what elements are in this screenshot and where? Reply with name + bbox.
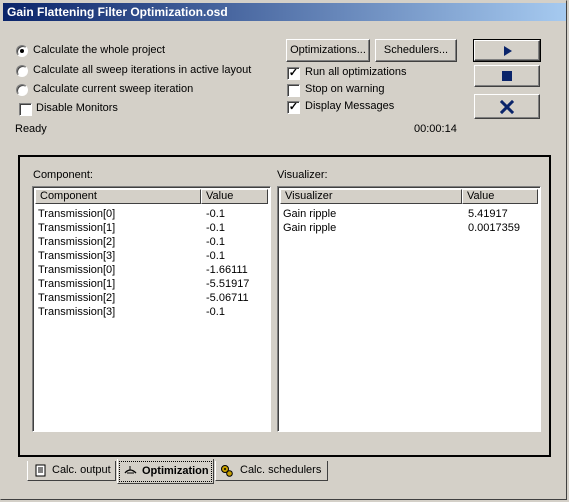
- disable-monitors-checkbox[interactable]: [19, 103, 32, 116]
- list-item-name[interactable]: Transmission[2]: [38, 291, 115, 305]
- list-item-name[interactable]: Gain ripple: [283, 221, 336, 235]
- optimization-icon: [124, 466, 137, 474]
- list-item-name[interactable]: Transmission[3]: [38, 249, 115, 263]
- radio-all-sweep-iterations[interactable]: [16, 65, 28, 77]
- list-item-name[interactable]: Transmission[1]: [38, 277, 115, 291]
- list-item-value[interactable]: -0.1: [206, 249, 225, 263]
- play-icon: [504, 46, 512, 56]
- list-item-value[interactable]: -1.66111: [206, 263, 248, 277]
- optimization-dialog: Gain Flattening Filter Optimization.osd …: [0, 0, 567, 500]
- list-item-value[interactable]: -5.06711: [206, 291, 249, 305]
- stop-on-warning-checkbox[interactable]: [287, 84, 300, 97]
- gears-icon: [221, 465, 233, 477]
- list-item-name[interactable]: Transmission[0]: [38, 207, 115, 221]
- optimizations-button[interactable]: Optimizations...: [286, 39, 370, 62]
- document-icon: [35, 464, 46, 477]
- run-button[interactable]: [473, 39, 541, 62]
- radio-current-sweep-iteration-label[interactable]: Calculate current sweep iteration: [33, 83, 193, 95]
- stop-on-warning-label[interactable]: Stop on warning: [305, 83, 385, 95]
- elapsed-time: 00:00:14: [414, 123, 457, 135]
- radio-all-sweep-iterations-label[interactable]: Calculate all sweep iterations in active…: [33, 64, 251, 76]
- visualizer-caption: Visualizer:: [277, 169, 328, 181]
- list-item-name[interactable]: Transmission[0]: [38, 263, 115, 277]
- radio-current-sweep-iteration[interactable]: [16, 84, 28, 96]
- tab-calc-schedulers-label: Calc. schedulers: [240, 464, 322, 476]
- stop-icon: [502, 71, 512, 81]
- run-all-optimizations-checkbox[interactable]: ✓: [287, 67, 300, 80]
- list-item-name[interactable]: Transmission[1]: [38, 221, 115, 235]
- list-item-value[interactable]: 5.41917: [468, 207, 508, 221]
- tab-optimization-label: Optimization: [142, 465, 209, 477]
- list-item-value[interactable]: -0.1: [206, 221, 225, 235]
- list-item-name[interactable]: Transmission[3]: [38, 305, 115, 319]
- schedulers-button[interactable]: Schedulers...: [375, 39, 457, 62]
- list-item-value[interactable]: -0.1: [206, 305, 225, 319]
- component-column-header[interactable]: Component: [35, 189, 201, 204]
- display-messages-label[interactable]: Display Messages: [305, 100, 394, 112]
- close-icon: [500, 100, 514, 114]
- disable-monitors-label[interactable]: Disable Monitors: [36, 102, 118, 114]
- list-item-value[interactable]: -5.51917: [206, 277, 249, 291]
- list-item-value[interactable]: 0.0017359: [468, 221, 520, 235]
- close-button[interactable]: [474, 94, 540, 119]
- tab-calc-schedulers[interactable]: Calc. schedulers: [215, 461, 328, 481]
- stop-button[interactable]: [474, 65, 540, 87]
- list-item-name[interactable]: Gain ripple: [283, 207, 336, 221]
- radio-whole-project[interactable]: [16, 45, 28, 57]
- list-item-value[interactable]: -0.1: [206, 207, 225, 221]
- display-messages-checkbox[interactable]: ✓: [287, 101, 300, 114]
- visualizer-column-header[interactable]: Visualizer: [280, 189, 462, 204]
- tab-calc-output-label: Calc. output: [52, 464, 111, 476]
- tab-calc-output[interactable]: Calc. output: [27, 461, 116, 481]
- visualizer-value-column-header[interactable]: Value: [462, 189, 538, 204]
- list-item-value[interactable]: -0.1: [206, 235, 225, 249]
- component-list[interactable]: Component Value Transmission[0] -0.1 Trans…: [32, 186, 271, 432]
- status-text: Ready: [15, 123, 47, 135]
- tab-optimization[interactable]: Optimization: [117, 459, 214, 484]
- run-all-optimizations-label[interactable]: Run all optimizations: [305, 66, 407, 78]
- visualizer-list[interactable]: Visualizer Value Gain ripple 5.41917 Gain …: [277, 186, 541, 432]
- window-title: Gain Flattening Filter Optimization.osd: [3, 3, 566, 21]
- component-caption: Component:: [33, 169, 93, 181]
- list-item-name[interactable]: Transmission[2]: [38, 235, 115, 249]
- value-column-header[interactable]: Value: [201, 189, 268, 204]
- radio-whole-project-label[interactable]: Calculate the whole project: [33, 44, 165, 56]
